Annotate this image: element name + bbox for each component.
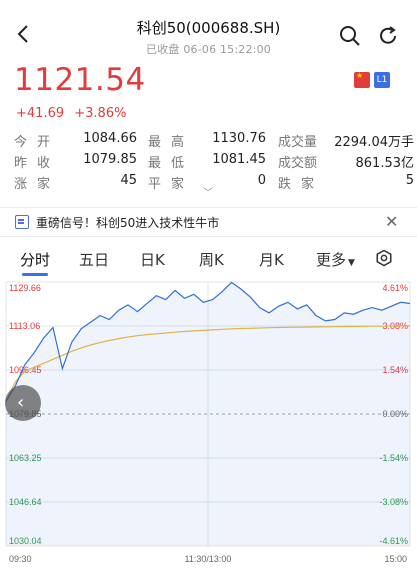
stats-row: 昨收 1079.85 最低 1081.45 成交额 861.53亿 — [14, 152, 414, 173]
level-badge[interactable]: L1 — [374, 72, 390, 88]
tab-weekly-k[interactable]: 周K — [199, 249, 224, 270]
tab-intraday[interactable]: 分时 — [20, 249, 50, 270]
chevron-left-icon: ‹ — [17, 392, 25, 413]
open-label: 今开 — [14, 135, 61, 150]
intraday-chart[interactable]: 1129.664.61%1113.063.08%1096.451.54%1079… — [0, 276, 417, 568]
page-title: 科创50(000688.SH) — [136, 19, 281, 37]
change-amount: +41.69 — [16, 106, 65, 121]
stats-row: 今开 1084.66 最高 1130.76 成交量 2294.04万手 — [14, 131, 414, 152]
low-label: 最低 — [148, 156, 195, 171]
y-pct-tick-label: 4.61% — [382, 283, 408, 293]
x-tick-label: 09:30 — [9, 554, 32, 564]
china-flag-icon: ★ — [354, 71, 370, 88]
low-value: 1081.45 — [212, 152, 266, 167]
up-count-value: 45 — [120, 173, 137, 188]
settings-icon[interactable] — [375, 249, 393, 267]
price-area — [6, 282, 410, 546]
quote-stats: 今开 1084.66 最高 1130.76 成交量 2294.04万手 昨收 1… — [14, 131, 414, 194]
volume-value: 2294.04万手 — [334, 135, 414, 150]
market-status-label: 已收盘 — [146, 43, 180, 56]
y-tick-label: 1113.06 — [9, 321, 40, 331]
news-banner-text[interactable]: 重磅信号！科创50进入技术性牛市 — [36, 214, 219, 231]
top-bar: 科创50(000688.SH) 已收盘 06-06 15:22:00 — [0, 0, 417, 56]
volume-label: 成交量 — [278, 135, 318, 150]
chart-tabs: 分时 五日 日K 周K 月K 更多 ▼ — [0, 244, 417, 276]
tab-more[interactable]: 更多 ▼ — [316, 249, 355, 270]
flat-count-label: 平家 — [148, 177, 195, 192]
y-tick-label: 1129.66 — [9, 283, 41, 293]
close-icon[interactable]: ✕ — [385, 212, 398, 231]
x-tick-label: 11:30/13:00 — [185, 554, 232, 564]
market-datetime: 06-06 15:22:00 — [183, 43, 271, 56]
turnover-value: 861.53亿 — [355, 156, 415, 171]
tab-more-label: 更多 — [316, 251, 347, 269]
prev-close-label: 昨收 — [14, 156, 61, 171]
tab-daily-k[interactable]: 日K — [140, 249, 165, 270]
turnover-label: 成交额 — [278, 156, 318, 171]
search-icon[interactable] — [338, 24, 362, 48]
tab-monthly-k[interactable]: 月K — [259, 249, 284, 270]
title-block: 科创50(000688.SH) 已收盘 06-06 15:22:00 — [100, 17, 317, 57]
x-tick-label: 15:00 — [384, 554, 407, 564]
down-count-value: 5 — [405, 173, 414, 188]
caret-down-icon: ▼ — [348, 258, 355, 268]
high-label: 最高 — [148, 135, 195, 150]
back-arrow-icon[interactable] — [12, 22, 36, 46]
refresh-icon[interactable] — [376, 24, 400, 48]
high-value: 1130.76 — [212, 131, 266, 146]
stats-row: 涨家 45 平家 0 跌家 5 — [14, 173, 414, 194]
change-percent: +3.86% — [74, 106, 127, 121]
news-banner[interactable]: 重磅信号！科创50进入技术性牛市 ✕ — [0, 207, 417, 237]
price-change: +41.69 +3.86% — [16, 106, 132, 121]
prev-close-value: 1079.85 — [83, 152, 137, 167]
chevron-down-icon[interactable]: ﹀ — [203, 184, 213, 199]
current-price: 1121.54 — [14, 62, 146, 98]
news-icon — [15, 215, 29, 229]
tab-five-day[interactable]: 五日 — [79, 249, 109, 270]
market-status: 已收盘 06-06 15:22:00 — [100, 41, 317, 57]
up-count-label: 涨家 — [14, 177, 61, 192]
open-value: 1084.66 — [83, 131, 137, 146]
collapse-button[interactable]: ‹ — [5, 385, 41, 421]
